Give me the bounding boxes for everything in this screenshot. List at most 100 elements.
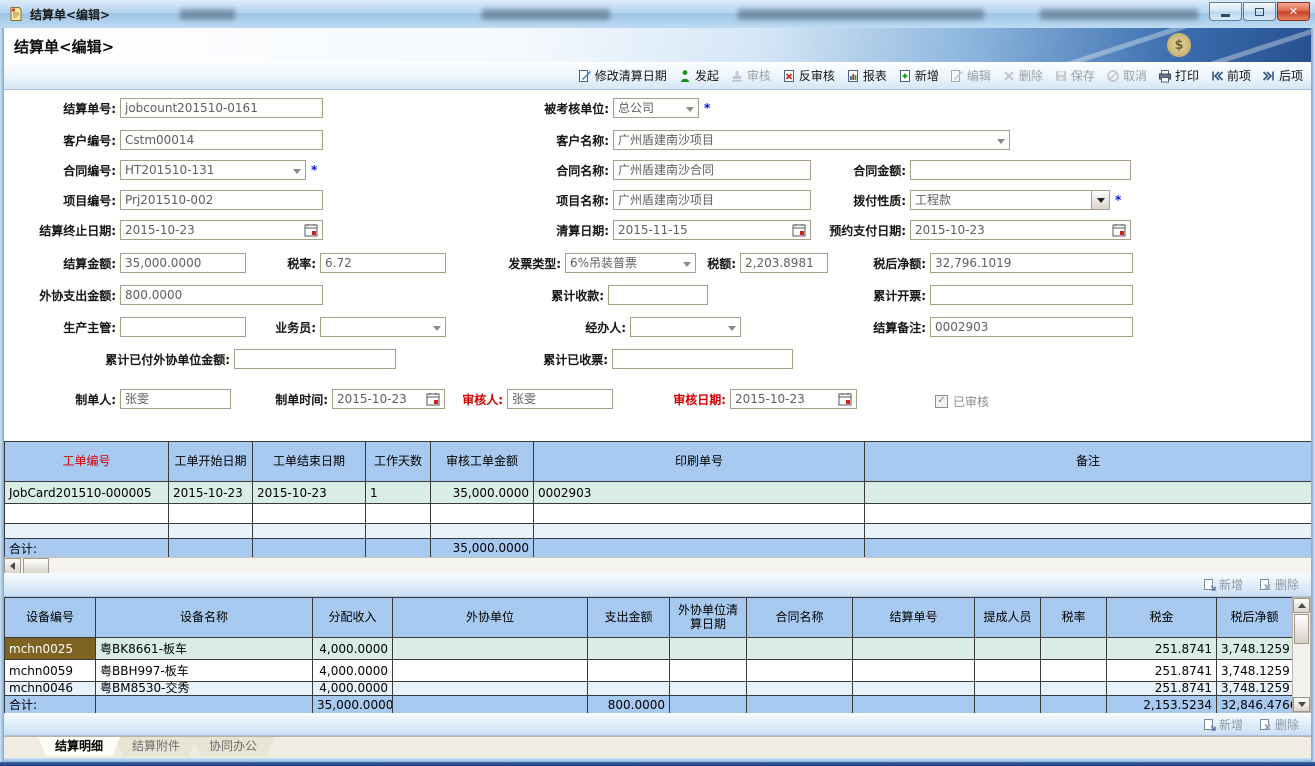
- calendar-icon[interactable]: [836, 391, 855, 407]
- calendar-icon[interactable]: [1110, 222, 1129, 238]
- report-button[interactable]: 报表: [846, 67, 887, 84]
- chevron-down-icon[interactable]: [686, 107, 694, 112]
- accum-paid-outsource-input[interactable]: [234, 349, 396, 369]
- redacted-text: [180, 9, 235, 20]
- salesman-combo[interactable]: [320, 317, 446, 337]
- field-accum-paid-outsource: 累计已付外协单位金额:: [60, 349, 396, 369]
- handler-combo[interactable]: [630, 317, 741, 337]
- field-customer-no: 客户编号: Cstm00014: [20, 130, 323, 150]
- device-row[interactable]: mchn0059 粤BBH997-板车 4,000.0000 251.8741 …: [5, 660, 1293, 682]
- device-panel-toolbar-bottom: 新增 删除: [4, 713, 1311, 736]
- auditor-input[interactable]: 张雯: [507, 389, 613, 409]
- payment-nature-combo[interactable]: 工程款: [910, 190, 1110, 210]
- jobcard-row[interactable]: [5, 524, 1312, 539]
- tab-settlement-attachment[interactable]: 结算附件: [115, 737, 197, 756]
- scroll-up-button[interactable]: [1293, 598, 1310, 613]
- selected-cell[interactable]: mchn0025: [5, 638, 96, 660]
- print-button[interactable]: 打印: [1158, 67, 1199, 84]
- tax-amount-input[interactable]: 2,203.8981: [740, 253, 828, 273]
- liquidation-date-input[interactable]: 2015-11-15: [613, 220, 811, 240]
- jobcard-row[interactable]: JobCard201510-000005 2015-10-23 2015-10-…: [5, 482, 1312, 504]
- close-button[interactable]: ✕: [1277, 2, 1310, 21]
- device-add-button[interactable]: 新增: [1203, 576, 1243, 593]
- create-time-input[interactable]: 2015-10-23: [332, 389, 445, 409]
- next-record-button[interactable]: 后项: [1262, 67, 1303, 84]
- tab-settlement-detail[interactable]: 结算明细: [38, 737, 120, 756]
- field-creator: 制单人: 张雯: [40, 389, 231, 409]
- assessed-unit-combo[interactable]: 总公司: [613, 98, 699, 118]
- x-icon: [1002, 69, 1016, 83]
- settlement-no-input[interactable]: jobcount201510-0161: [120, 98, 323, 118]
- minimize-icon: [1221, 14, 1230, 17]
- device-delete-button-bottom[interactable]: 删除: [1259, 716, 1299, 733]
- settle-end-date-input[interactable]: 2015-10-23: [120, 220, 323, 240]
- audit-button[interactable]: 审核: [730, 67, 771, 84]
- jobcard-row[interactable]: [5, 504, 1312, 524]
- page-add-icon: [1203, 578, 1216, 591]
- page-pencil-icon: [950, 69, 964, 83]
- vscroll-thumb[interactable]: [1294, 614, 1309, 644]
- page-title: 结算单<编辑>: [14, 36, 114, 57]
- accum-received-invoice-input[interactable]: [612, 349, 793, 369]
- outsource-expense-input[interactable]: 800.0000: [120, 285, 323, 305]
- scroll-down-button[interactable]: [1293, 697, 1310, 712]
- unaudit-button[interactable]: 反审核: [782, 67, 835, 84]
- initiate-button[interactable]: 发起: [678, 67, 719, 84]
- dollar-coin-icon: $: [1167, 33, 1191, 57]
- bottom-tabbar: 结算明细 结算附件 协同办公: [4, 736, 1311, 758]
- add-button[interactable]: 新增: [898, 67, 939, 84]
- accum-invoice-input[interactable]: [930, 285, 1133, 305]
- device-delete-button[interactable]: 删除: [1259, 576, 1299, 593]
- scroll-left-button[interactable]: [4, 558, 21, 574]
- field-assessed-unit: 被考核单位: 总公司 *: [500, 98, 710, 118]
- jobcard-hscrollbar[interactable]: [4, 557, 1311, 574]
- previous-record-button[interactable]: 前项: [1210, 67, 1251, 84]
- scroll-down-icon: [1298, 702, 1306, 707]
- customer-no-input[interactable]: Cstm00014: [120, 130, 323, 150]
- net-after-tax-input[interactable]: 32,796.1019: [930, 253, 1133, 273]
- chevron-down-icon[interactable]: [433, 326, 441, 331]
- reserved-pay-date-input[interactable]: 2015-10-23: [910, 220, 1131, 240]
- settle-remark-input[interactable]: 0002903: [930, 317, 1133, 337]
- delete-button[interactable]: 删除: [1002, 67, 1043, 84]
- audit-date-input[interactable]: 2015-10-23: [730, 389, 857, 409]
- contract-name-input[interactable]: 广州盾建南沙合同: [613, 160, 811, 180]
- save-button[interactable]: 保存: [1054, 67, 1095, 84]
- project-no-input[interactable]: Prj201510-002: [120, 190, 323, 210]
- window-controls: ✕: [1208, 2, 1310, 21]
- audited-checkbox[interactable]: [935, 395, 948, 408]
- floppy-icon: [1054, 69, 1068, 83]
- hscroll-thumb[interactable]: [23, 558, 49, 574]
- maximize-button[interactable]: [1243, 2, 1276, 21]
- maximize-icon: [1255, 8, 1264, 16]
- field-accum-receipt: 累计收款:: [495, 285, 708, 305]
- field-handler: 经办人:: [560, 317, 741, 337]
- creator-input[interactable]: 张雯: [120, 389, 231, 409]
- chevron-down-icon[interactable]: [293, 169, 301, 174]
- calendar-icon[interactable]: [302, 222, 321, 238]
- settle-amount-input[interactable]: 35,000.0000: [120, 253, 246, 273]
- tax-rate-input[interactable]: 6.72: [320, 253, 446, 273]
- device-row[interactable]: mchn0025 粤BK8661-板车 4,000.0000 251.8741 …: [5, 638, 1293, 660]
- device-vscrollbar[interactable]: [1292, 597, 1311, 713]
- device-add-button-bottom[interactable]: 新增: [1203, 716, 1243, 733]
- contract-no-combo[interactable]: HT201510-131: [120, 160, 306, 180]
- chevron-down-icon[interactable]: [1091, 191, 1109, 209]
- jobcard-total-row: 合计: 35,000.0000: [5, 539, 1312, 558]
- production-manager-input[interactable]: [120, 317, 246, 337]
- accum-receipt-input[interactable]: [608, 285, 708, 305]
- device-total-row: 合计: 35,000.0000 800.0000 2,153.5234 32,8…: [5, 696, 1293, 714]
- minimize-button[interactable]: [1209, 2, 1242, 21]
- scroll-up-icon: [1298, 603, 1306, 608]
- device-row[interactable]: mchn0046 粤BM8530-交秀 4,000.0000 251.8741 …: [5, 682, 1293, 696]
- customer-name-combo[interactable]: 广州盾建南沙项目: [613, 130, 1010, 150]
- contract-amount-input[interactable]: [910, 160, 1131, 180]
- modify-liquidation-date-button[interactable]: 修改清算日期: [578, 67, 667, 84]
- field-tax-rate: 税率: 6.72: [255, 253, 446, 273]
- edit-button[interactable]: 编辑: [950, 67, 991, 84]
- tab-collaboration[interactable]: 协同办公: [192, 737, 274, 756]
- chevron-down-icon[interactable]: [728, 326, 736, 331]
- project-name-input[interactable]: 广州盾建南沙项目: [613, 190, 811, 210]
- cancel-button[interactable]: 取消: [1106, 67, 1147, 84]
- chevron-down-icon[interactable]: [997, 139, 1005, 144]
